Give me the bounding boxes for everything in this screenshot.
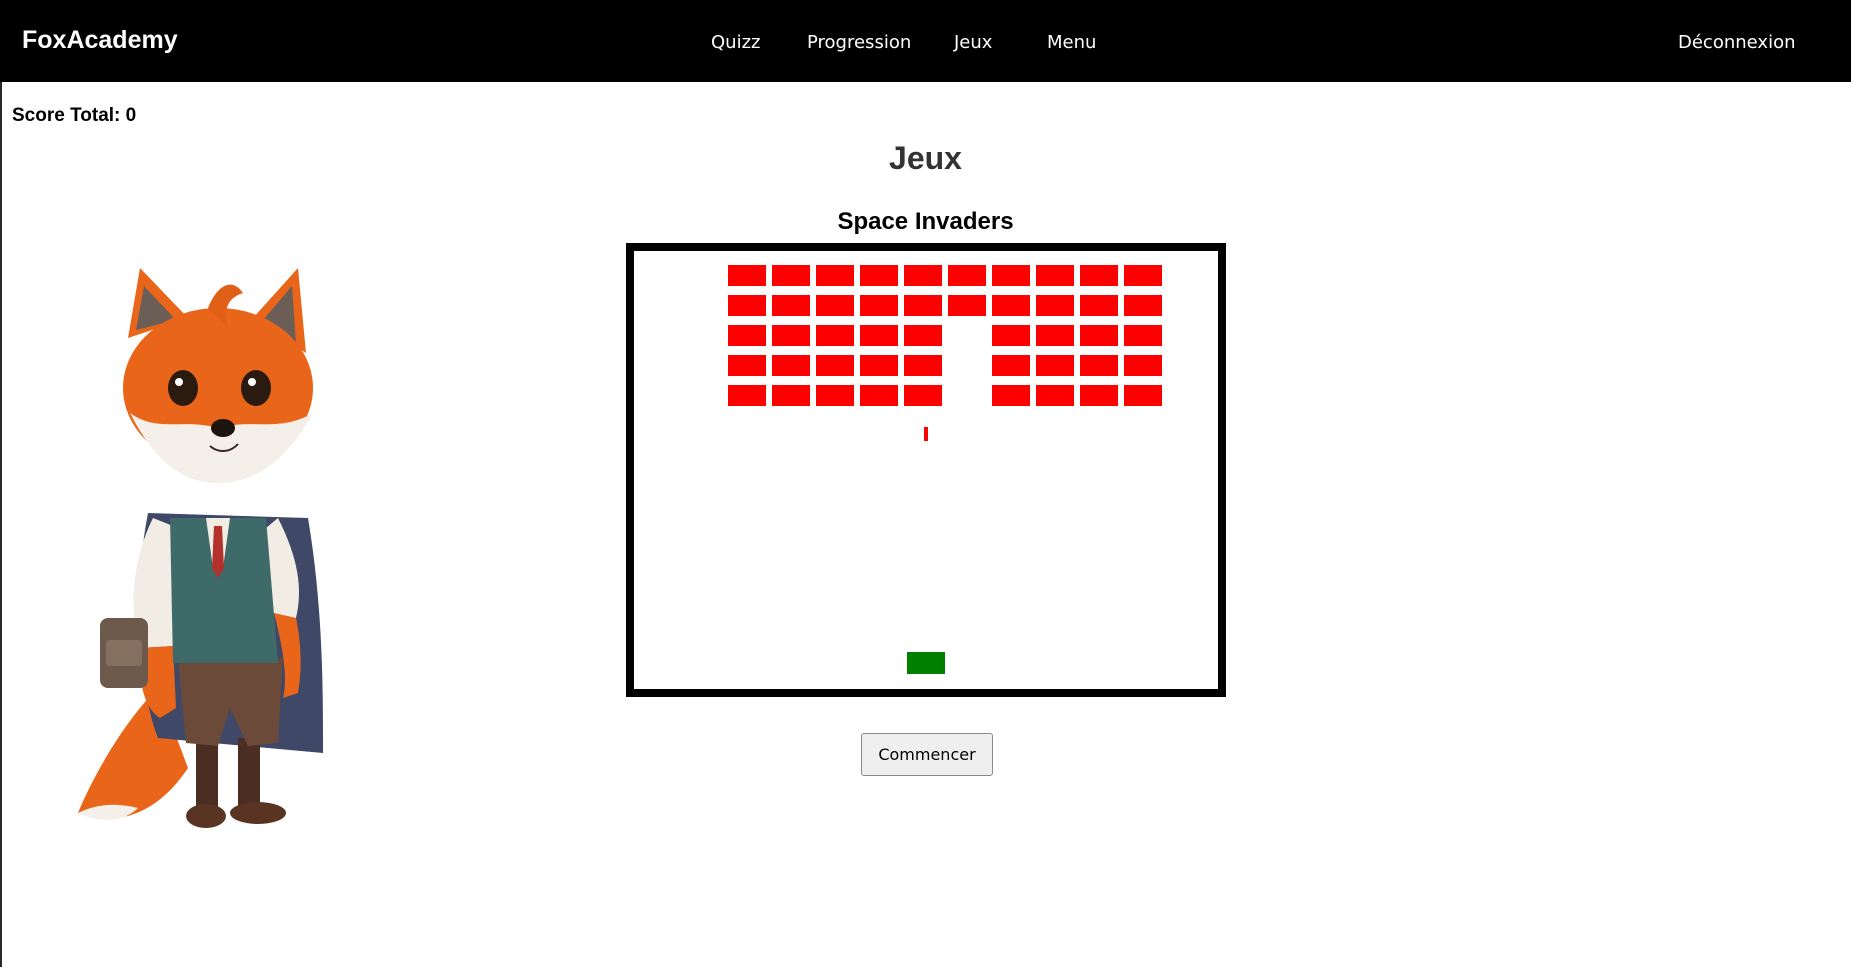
fox-mascot-image (78, 268, 323, 828)
invader (992, 265, 1030, 286)
nav-link-progression[interactable]: Progression (807, 32, 911, 53)
page-title: Jeux (889, 140, 962, 176)
invader (728, 265, 766, 286)
invader (948, 265, 986, 286)
invader (860, 295, 898, 316)
invader (992, 385, 1030, 406)
fox-nose (211, 419, 235, 437)
invader (1036, 385, 1074, 406)
invader (860, 355, 898, 376)
invader (1036, 265, 1074, 286)
invader (772, 265, 810, 286)
invader (816, 265, 854, 286)
invader (1124, 265, 1162, 286)
invader (816, 355, 854, 376)
fox-left-eye-shine (175, 378, 183, 386)
invader (1036, 325, 1074, 346)
logout-link[interactable]: Déconnexion (1678, 32, 1796, 53)
invader (904, 265, 942, 286)
invader (992, 325, 1030, 346)
invader (992, 295, 1030, 316)
invader (728, 385, 766, 406)
navbar: FoxAcademy Quizz Progression Jeux Menu D… (0, 0, 1851, 82)
invader (1124, 385, 1162, 406)
game-field (728, 265, 1162, 674)
fox-right-eye (241, 370, 271, 406)
brand-logo[interactable]: FoxAcademy (22, 26, 178, 55)
invader (1080, 265, 1118, 286)
nav-link-jeux[interactable]: Jeux (954, 32, 992, 53)
nav-link-quizz[interactable]: Quizz (711, 32, 760, 53)
invader (860, 385, 898, 406)
invader (948, 295, 986, 316)
invader (772, 295, 810, 316)
invader (772, 385, 810, 406)
invader (904, 385, 942, 406)
invader (1080, 355, 1118, 376)
start-button[interactable]: Commencer (861, 733, 993, 776)
invader (816, 325, 854, 346)
invader (904, 355, 942, 376)
nav-link-menu[interactable]: Menu (1047, 32, 1096, 53)
fox-right-leg (238, 738, 260, 808)
fox-left-leg (196, 738, 218, 808)
player-ship (907, 652, 945, 674)
invader (1080, 385, 1118, 406)
fox-backpack-pocket (106, 640, 142, 666)
invader (816, 385, 854, 406)
invader (772, 355, 810, 376)
invader (1124, 325, 1162, 346)
invader (904, 325, 942, 346)
fox-left-eye (168, 370, 198, 406)
invader (1036, 295, 1074, 316)
bullet (924, 427, 928, 441)
invader (860, 265, 898, 286)
invader (860, 325, 898, 346)
invader (1080, 325, 1118, 346)
invader (816, 295, 854, 316)
invader (728, 295, 766, 316)
fox-tie (212, 526, 224, 578)
invader (1080, 295, 1118, 316)
invader (1124, 355, 1162, 376)
invader (992, 355, 1030, 376)
fox-right-shoe (230, 802, 286, 824)
score-total: Score Total: 0 (12, 105, 137, 126)
fox-left-shoe (186, 804, 226, 828)
game-title: Space Invaders (837, 208, 1014, 235)
invader (728, 325, 766, 346)
invader (1036, 355, 1074, 376)
invader (772, 325, 810, 346)
invader (728, 355, 766, 376)
invader (904, 295, 942, 316)
invader (1124, 295, 1162, 316)
game-canvas[interactable] (626, 243, 1226, 697)
fox-right-eye-shine (248, 378, 256, 386)
